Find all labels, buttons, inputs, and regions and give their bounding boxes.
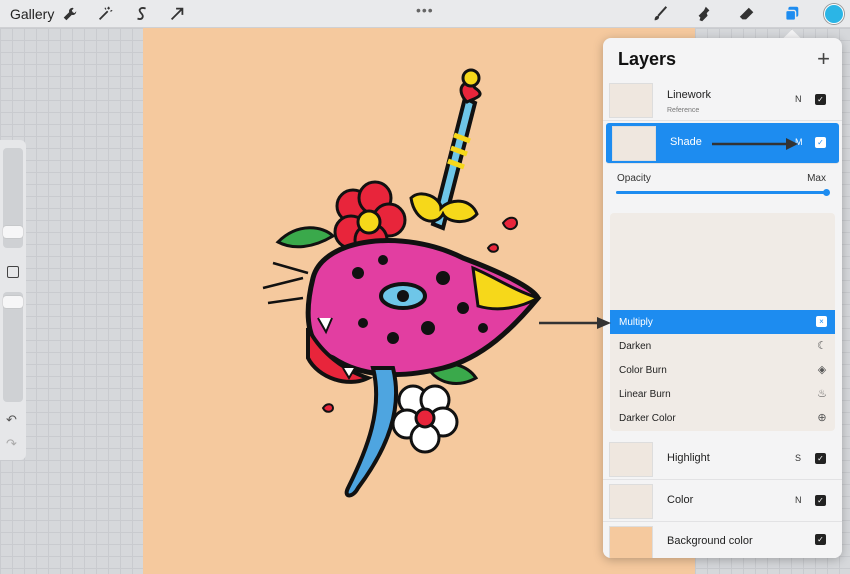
layer-row-background-color[interactable]: Background color ✓ — [603, 523, 842, 558]
blend-mode-letter[interactable]: N — [795, 94, 802, 104]
layer-row-highlight[interactable]: Highlight S ✓ — [603, 439, 842, 480]
blend-mode-label: Linear Burn — [619, 389, 671, 400]
layers-icon[interactable] — [782, 4, 802, 24]
background-color-swatch — [609, 526, 653, 558]
undo-icon[interactable]: ↶ — [6, 412, 17, 428]
flame-icon: ♨ — [817, 388, 827, 400]
layer-thumbnail — [609, 83, 653, 118]
blend-mode-darker-color[interactable]: Darker Color ⊕ — [610, 406, 835, 430]
moon-icon: ☾ — [817, 340, 827, 352]
blend-mode-label: Color Burn — [619, 365, 667, 376]
blend-mode-label: Darker Color — [619, 413, 676, 424]
layer-thumbnail — [609, 484, 653, 519]
visibility-checkbox[interactable]: ✓ — [815, 453, 826, 464]
layer-name: Background color — [667, 535, 753, 547]
blend-mode-list: Multiply × Darken ☾ Color Burn ◈ Linear … — [610, 213, 835, 431]
opacity-slider[interactable] — [3, 292, 23, 402]
magic-wand-icon[interactable] — [95, 4, 115, 24]
layer-opacity-slider[interactable] — [616, 191, 828, 194]
add-layer-icon[interactable]: + — [817, 46, 830, 72]
more-options-dots[interactable]: ••• — [416, 2, 434, 18]
redo-icon[interactable]: ↷ — [6, 436, 17, 452]
dagger-illustration — [409, 68, 482, 231]
wrench-icon[interactable] — [60, 4, 80, 24]
smudge-icon[interactable] — [694, 4, 714, 24]
panther-head — [262, 238, 542, 384]
visibility-checkbox[interactable]: ✓ — [815, 94, 826, 105]
visibility-checkbox[interactable]: ✓ — [815, 495, 826, 506]
transform-arrow-icon[interactable] — [167, 4, 187, 24]
current-color-swatch[interactable] — [824, 4, 844, 24]
gallery-button[interactable]: Gallery — [10, 6, 54, 22]
layer-name: Color — [667, 494, 694, 506]
layer-row-linework[interactable]: Linework Reference N ✓ — [603, 80, 842, 121]
opacity-slider-knob[interactable] — [823, 189, 830, 196]
annotation-arrow-multiply — [539, 317, 611, 329]
blend-mode-color-burn[interactable]: Color Burn ◈ — [610, 358, 835, 382]
layer-thumbnail — [609, 442, 653, 477]
modify-button[interactable] — [7, 266, 19, 278]
blend-mode-letter[interactable]: S — [795, 453, 801, 463]
eraser-icon[interactable] — [737, 4, 757, 24]
brush-size-knob[interactable] — [3, 226, 23, 238]
layer-row-color[interactable]: Color N ✓ — [603, 481, 842, 522]
blend-mode-linear-burn[interactable]: Linear Burn ♨ — [610, 382, 835, 406]
multiply-icon: × — [816, 316, 827, 327]
visibility-checkbox[interactable]: ✓ — [815, 534, 826, 545]
opacity-label: Opacity — [617, 173, 651, 184]
burn-icon: ◈ — [817, 364, 827, 376]
layer-thumbnail — [612, 126, 656, 161]
opacity-max-label: Max — [807, 173, 826, 184]
blend-mode-darken[interactable]: Darken ☾ — [610, 334, 835, 358]
layers-panel: Layers + Linework Reference N ✓ Shade M … — [603, 38, 842, 558]
panel-title: Layers — [618, 49, 677, 69]
opacity-knob[interactable] — [3, 296, 23, 308]
top-toolbar: Gallery ••• — [0, 0, 850, 28]
blend-mode-label: Darken — [619, 341, 652, 352]
visibility-checkbox[interactable]: ✓ — [815, 137, 826, 148]
red-flower-bottom — [391, 384, 459, 454]
annotation-arrow-mode — [712, 138, 798, 150]
opacity-fill — [616, 191, 828, 194]
blend-mode-letter[interactable]: N — [795, 495, 802, 505]
layer-name: Highlight — [667, 452, 710, 464]
blend-mode-multiply[interactable]: Multiply × — [610, 310, 835, 334]
brush-sidebar: ↶ ↷ — [0, 140, 26, 460]
selection-s-icon[interactable] — [132, 4, 152, 24]
layer-name: Linework — [667, 89, 712, 101]
blend-mode-label: Multiply — [619, 317, 653, 328]
layer-subtitle: Reference — [667, 107, 700, 114]
brush-icon[interactable] — [650, 4, 670, 24]
layer-name: Shade — [670, 136, 702, 148]
plus-circle-icon: ⊕ — [817, 412, 827, 424]
